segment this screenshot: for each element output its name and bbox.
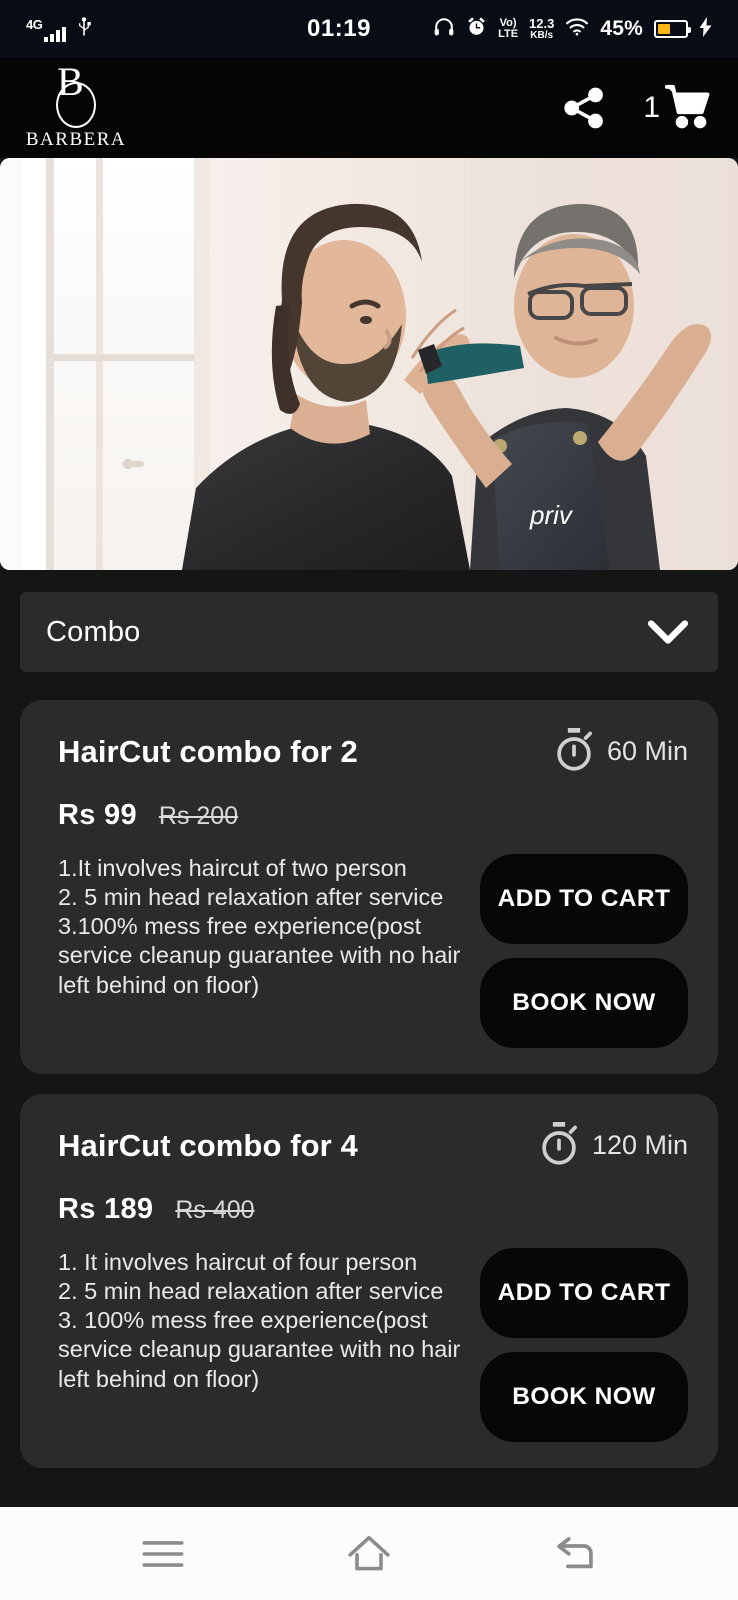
battery-icon xyxy=(654,20,691,38)
wifi-icon xyxy=(565,17,589,41)
category-dropdown[interactable]: Combo xyxy=(20,592,718,672)
stopwatch-icon xyxy=(553,726,595,777)
home-icon[interactable] xyxy=(345,1533,393,1575)
hero-service-image: priv xyxy=(0,158,738,570)
category-dropdown-label: Combo xyxy=(46,615,141,648)
service-list-content: Combo HairCut combo for 2 60 Min Rs 99 R… xyxy=(0,570,738,1507)
header-actions: 1 xyxy=(561,83,714,134)
service-price-original: Rs 200 xyxy=(158,802,239,830)
service-card-body: 1. It involves haircut of four person 2.… xyxy=(58,1246,688,1442)
service-duration: 120 Min xyxy=(538,1120,688,1171)
service-card-header: HairCut combo for 4 120 Min xyxy=(58,1120,688,1171)
stopwatch-icon xyxy=(538,1120,580,1171)
mobile-signal-group: 4G xyxy=(26,18,66,42)
service-card-header: HairCut combo for 2 60 Min xyxy=(58,726,688,777)
status-bar: 4G 01:19 Vo) LTE 12.3 KB/s 45% xyxy=(0,0,738,58)
add-to-cart-button[interactable]: ADD TO CART xyxy=(480,1248,688,1338)
recents-menu-icon[interactable] xyxy=(140,1537,186,1571)
service-description: 1. It involves haircut of four person 2.… xyxy=(58,1249,461,1392)
headphones-icon xyxy=(433,16,455,43)
service-actions: ADD TO CART BOOK NOW xyxy=(480,1246,688,1442)
brand-monogram-icon: B xyxy=(43,61,109,128)
service-duration-label: 120 Min xyxy=(591,1130,688,1160)
logo-ring xyxy=(56,81,96,128)
add-to-cart-button[interactable]: ADD TO CART xyxy=(480,854,688,944)
status-bar-left: 4G xyxy=(26,16,92,42)
service-card-body: 1.It involves haircut of two person 2. 5… xyxy=(58,852,688,1048)
battery-percentage-label: 45% xyxy=(600,17,643,40)
alarm-clock-icon xyxy=(466,16,487,42)
service-price-original: Rs 400 xyxy=(175,1196,255,1224)
service-actions: ADD TO CART BOOK NOW xyxy=(480,852,688,1048)
back-icon[interactable] xyxy=(552,1534,598,1574)
network-speed-unit: KB/s xyxy=(530,29,554,41)
share-icon[interactable] xyxy=(561,85,607,131)
network-type-label: 4G xyxy=(26,16,43,32)
service-price-row: Rs 189 Rs 400 xyxy=(58,1193,688,1226)
service-price-current: Rs 99 xyxy=(58,799,137,831)
network-speed-indicator: 12.3 KB/s xyxy=(529,17,554,41)
volte-icon: Vo) LTE xyxy=(498,16,519,40)
brand-logo[interactable]: B BARBERA xyxy=(22,61,130,151)
charging-bolt-icon xyxy=(699,16,712,42)
service-duration-label: 60 Min xyxy=(606,736,688,766)
service-description: 1.It involves haircut of two person 2. 5… xyxy=(58,855,461,998)
status-bar-right: Vo) LTE 12.3 KB/s 45% xyxy=(433,16,712,43)
service-card: HairCut combo for 2 60 Min Rs 99 Rs 200 … xyxy=(20,700,718,1074)
status-bar-clock: 01:19 xyxy=(307,15,371,42)
usb-icon xyxy=(76,16,92,42)
service-price-row: Rs 99 Rs 200 xyxy=(58,799,688,832)
shopping-cart-icon xyxy=(664,83,714,134)
cart-button[interactable]: 1 xyxy=(643,83,714,134)
app-header: B BARBERA 1 xyxy=(0,58,738,158)
service-price-current: Rs 189 xyxy=(58,1193,154,1225)
signal-bars-icon xyxy=(44,25,66,42)
service-title: HairCut combo for 4 xyxy=(58,1127,358,1163)
phone-screen: 4G 01:19 Vo) LTE 12.3 KB/s 45% B BARBERA… xyxy=(0,0,738,1600)
brand-name-label: BARBERA xyxy=(25,128,127,150)
android-navigation-bar xyxy=(0,1507,738,1600)
service-duration: 60 Min xyxy=(553,726,688,777)
hero-illustration: priv xyxy=(0,158,738,570)
service-title: HairCut combo for 2 xyxy=(58,733,358,769)
book-now-button[interactable]: BOOK NOW xyxy=(480,1352,688,1442)
service-card: HairCut combo for 4 120 Min Rs 189 Rs 40… xyxy=(20,1094,718,1468)
cart-item-count: 1 xyxy=(643,91,660,124)
chevron-down-icon xyxy=(644,617,692,647)
network-speed-value: 12.3 xyxy=(529,15,555,31)
book-now-button[interactable]: BOOK NOW xyxy=(480,958,688,1048)
